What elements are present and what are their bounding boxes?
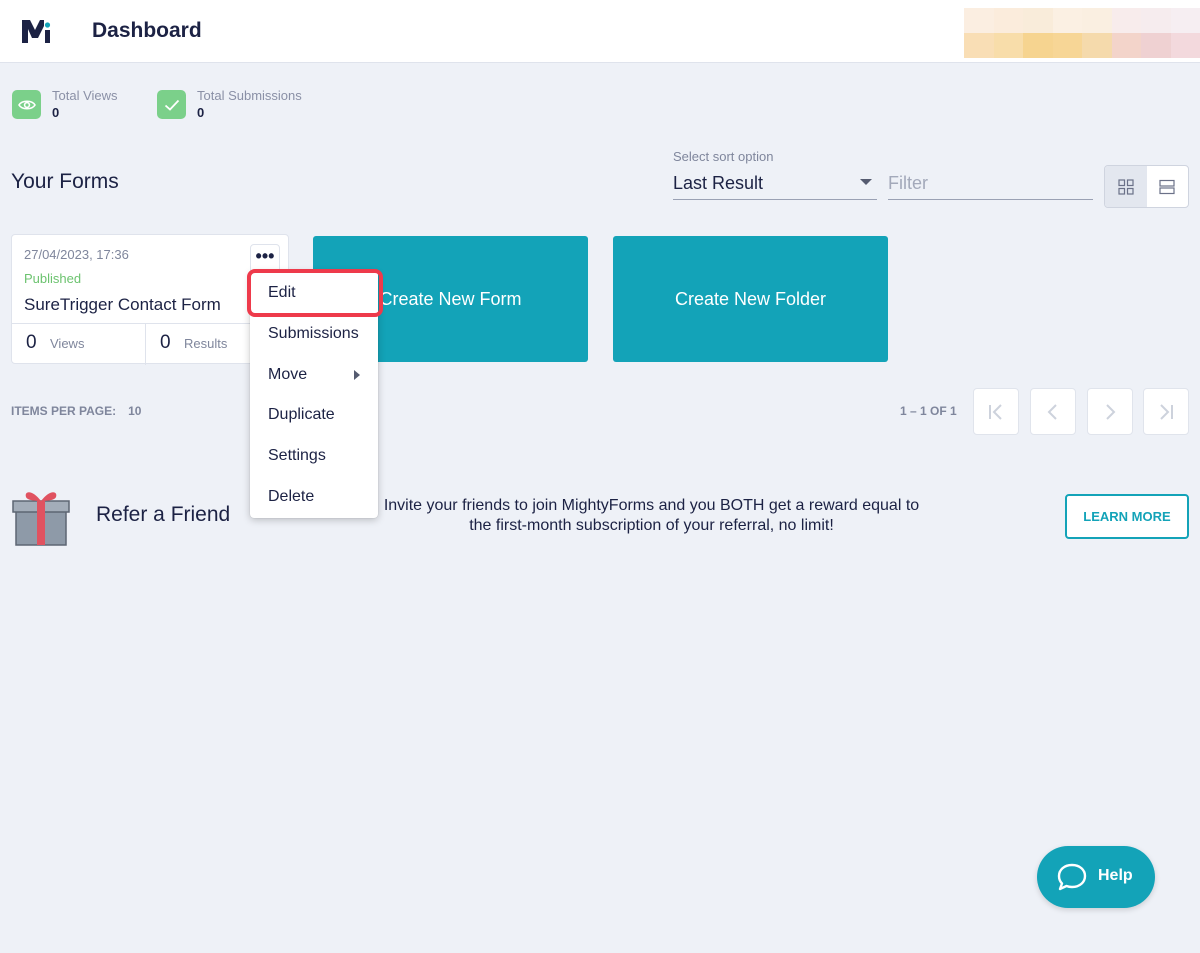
menu-item-duplicate[interactable]: Duplicate — [250, 395, 378, 435]
chevron-left-icon — [1047, 403, 1057, 420]
results-label: Results — [184, 336, 228, 351]
previous-page-button[interactable] — [1030, 388, 1076, 435]
menu-item-delete[interactable]: Delete — [250, 477, 378, 517]
refer-title: Refer a Friend — [96, 503, 231, 526]
items-per-page-label: ITEMS PER PAGE: — [11, 404, 117, 418]
total-submissions-label: Total Submissions — [197, 88, 302, 103]
menu-item-move[interactable]: Move — [250, 355, 378, 395]
last-page-button[interactable] — [1143, 388, 1189, 435]
list-view-icon — [1159, 179, 1175, 194]
form-card[interactable]: 27/04/2023, 17:36 Published SureTrigger … — [11, 234, 289, 365]
first-page-icon — [989, 403, 1002, 420]
create-new-folder-button[interactable]: Create New Folder — [613, 236, 888, 362]
gift-icon — [12, 492, 70, 546]
total-views-stat: Total Views 0 — [12, 88, 142, 120]
eye-icon — [12, 90, 41, 119]
form-stats-row: 0 Views 0 Results — [12, 323, 288, 365]
items-per-page: ITEMS PER PAGE: 10 — [11, 404, 141, 418]
help-label: Help — [1098, 867, 1133, 884]
check-icon — [157, 90, 186, 119]
form-name: SureTrigger Contact Form — [24, 295, 221, 314]
submenu-arrow-icon — [354, 370, 360, 380]
results-count: 0 — [160, 332, 171, 353]
menu-item-move-label: Move — [268, 366, 308, 383]
first-page-button[interactable] — [973, 388, 1019, 435]
chevron-down-icon — [860, 179, 872, 185]
total-views-value: 0 — [52, 105, 60, 120]
grid-view-icon — [1118, 178, 1134, 195]
top-header: Dashboard — [0, 0, 1200, 63]
mightyforms-logo[interactable] — [20, 16, 52, 46]
total-submissions-value: 0 — [197, 105, 205, 120]
view-toggle — [1104, 165, 1189, 208]
page-title: Dashboard — [92, 19, 202, 42]
last-page-icon — [1160, 403, 1173, 420]
form-context-menu: Edit Submissions Move Duplicate Settings… — [250, 271, 378, 518]
items-per-page-value[interactable]: 10 — [128, 404, 141, 418]
filter-input[interactable] — [888, 168, 1093, 200]
grid-view-button[interactable] — [1105, 166, 1147, 207]
views-label: Views — [50, 336, 85, 351]
list-view-button[interactable] — [1147, 166, 1189, 207]
menu-item-submissions[interactable]: Submissions — [250, 314, 378, 354]
sort-selected-value: Last Result — [673, 173, 764, 193]
user-avatar-blurred[interactable] — [964, 8, 1200, 58]
chevron-right-icon — [1106, 403, 1116, 420]
total-views-label: Total Views — [52, 88, 118, 103]
refer-description: Invite your friends to join MightyForms … — [383, 497, 920, 534]
menu-item-edit[interactable]: Edit — [250, 273, 378, 313]
menu-item-settings[interactable]: Settings — [250, 436, 378, 476]
views-count: 0 — [26, 332, 37, 353]
next-page-button[interactable] — [1087, 388, 1133, 435]
status-badge: Published — [24, 271, 82, 286]
total-submissions-stat: Total Submissions 0 — [157, 88, 327, 120]
form-date: 27/04/2023, 17:36 — [24, 247, 129, 262]
chat-bubble-icon — [1057, 863, 1087, 891]
divider — [145, 324, 146, 365]
sort-caption: Select sort option — [673, 149, 774, 164]
page-range: 1 – 1 OF 1 — [900, 404, 957, 418]
more-options-button[interactable]: ••• — [250, 244, 280, 274]
learn-more-button[interactable]: LEARN MORE — [1065, 494, 1189, 539]
sort-select[interactable]: Last Result — [673, 168, 877, 200]
your-forms-heading: Your Forms — [11, 170, 119, 193]
help-button[interactable]: Help — [1037, 846, 1155, 908]
